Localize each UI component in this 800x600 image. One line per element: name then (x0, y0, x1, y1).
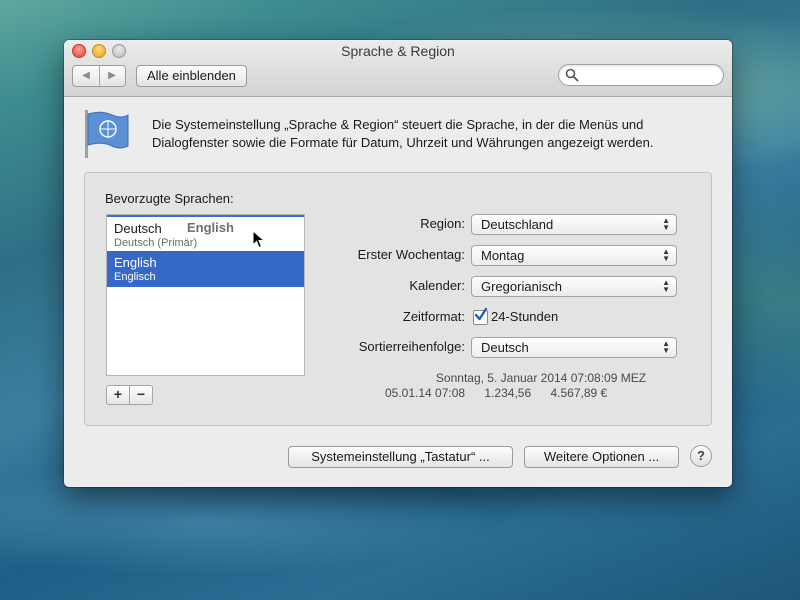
back-forward-group: ◀ ▶ (72, 65, 126, 87)
region-popup[interactable]: Deutschland ▲ ▼ (471, 214, 677, 235)
region-value: Deutschland (481, 217, 554, 232)
calendar-label: Kalender: (409, 278, 465, 293)
popup-arrows-icon: ▲ ▼ (662, 216, 670, 232)
first-weekday-label: Erster Wochentag: (357, 247, 465, 262)
show-all-button[interactable]: Alle einblenden (136, 65, 247, 87)
settings-panel: Bevorzugte Sprachen: Deutsch Deutsch (Pr… (84, 172, 712, 426)
calendar-value: Gregorianisch (481, 279, 562, 294)
forward-arrow-icon: ▶ (108, 70, 116, 81)
first-weekday-value: Montag (481, 248, 525, 263)
language-subtitle: Deutsch (Primär) (114, 237, 198, 249)
back-arrow-icon: ◀ (82, 70, 90, 81)
search-field[interactable] (558, 64, 724, 86)
back-button[interactable]: ◀ (73, 66, 100, 86)
drag-ghost-label: English (187, 220, 234, 235)
24-hour-checkbox[interactable] (473, 307, 488, 325)
search-icon (565, 68, 579, 82)
more-options-button[interactable]: Weitere Optionen ... (524, 446, 679, 468)
24-hour-label: 24-Stunden (491, 309, 559, 324)
sample-number: 1.234,56 (484, 386, 532, 400)
preferred-languages-heading: Bevorzugte Sprachen: (105, 191, 234, 206)
calendar-popup[interactable]: Gregorianisch ▲ ▼ (471, 276, 677, 297)
language-subtitle: Englisch (114, 271, 156, 283)
forward-button[interactable]: ▶ (99, 66, 125, 86)
mouse-pointer-icon (252, 230, 266, 249)
preferences-window: Sprache & Region ◀ ▶ Alle einblenden Die… (64, 40, 732, 487)
time-format-label: Zeitformat: (402, 309, 465, 324)
window-title: Sprache & Region (341, 43, 455, 59)
help-button[interactable]: ? (690, 445, 712, 467)
popup-arrows-icon: ▲ ▼ (662, 339, 670, 355)
sample-date-short: 05.01.14 07:08 (385, 386, 466, 400)
language-name: Deutsch (114, 221, 162, 236)
sort-order-label: Sortierreihenfolge: (358, 339, 465, 354)
add-language-button[interactable]: + (106, 385, 130, 405)
un-flag-icon (85, 110, 129, 158)
remove-language-button[interactable]: − (129, 385, 153, 405)
sort-order-popup[interactable]: Deutsch ▲ ▼ (471, 337, 677, 358)
sort-order-value: Deutsch (481, 340, 529, 355)
keyboard-preferences-button[interactable]: Systemeinstellung „Tastatur“ ... (288, 446, 513, 468)
popup-arrows-icon: ▲ ▼ (662, 278, 670, 294)
checkmark-icon (474, 307, 488, 321)
language-name: English (114, 255, 157, 270)
region-label: Region: (420, 216, 465, 231)
popup-arrows-icon: ▲ ▼ (662, 247, 670, 263)
sample-date-long: Sonntag, 5. Januar 2014 07:08:09 MEZ (435, 371, 647, 385)
toolbar: Sprache & Region ◀ ▶ Alle einblenden (64, 40, 732, 97)
first-weekday-popup[interactable]: Montag ▲ ▼ (471, 245, 677, 266)
sample-currency: 4.567,89 € (550, 386, 608, 400)
intro-description: Die Systemeinstellung „Sprache & Region“… (152, 117, 654, 150)
sample-formats: 05.01.14 07:08 1.234,56 4.567,89 € (385, 386, 625, 400)
